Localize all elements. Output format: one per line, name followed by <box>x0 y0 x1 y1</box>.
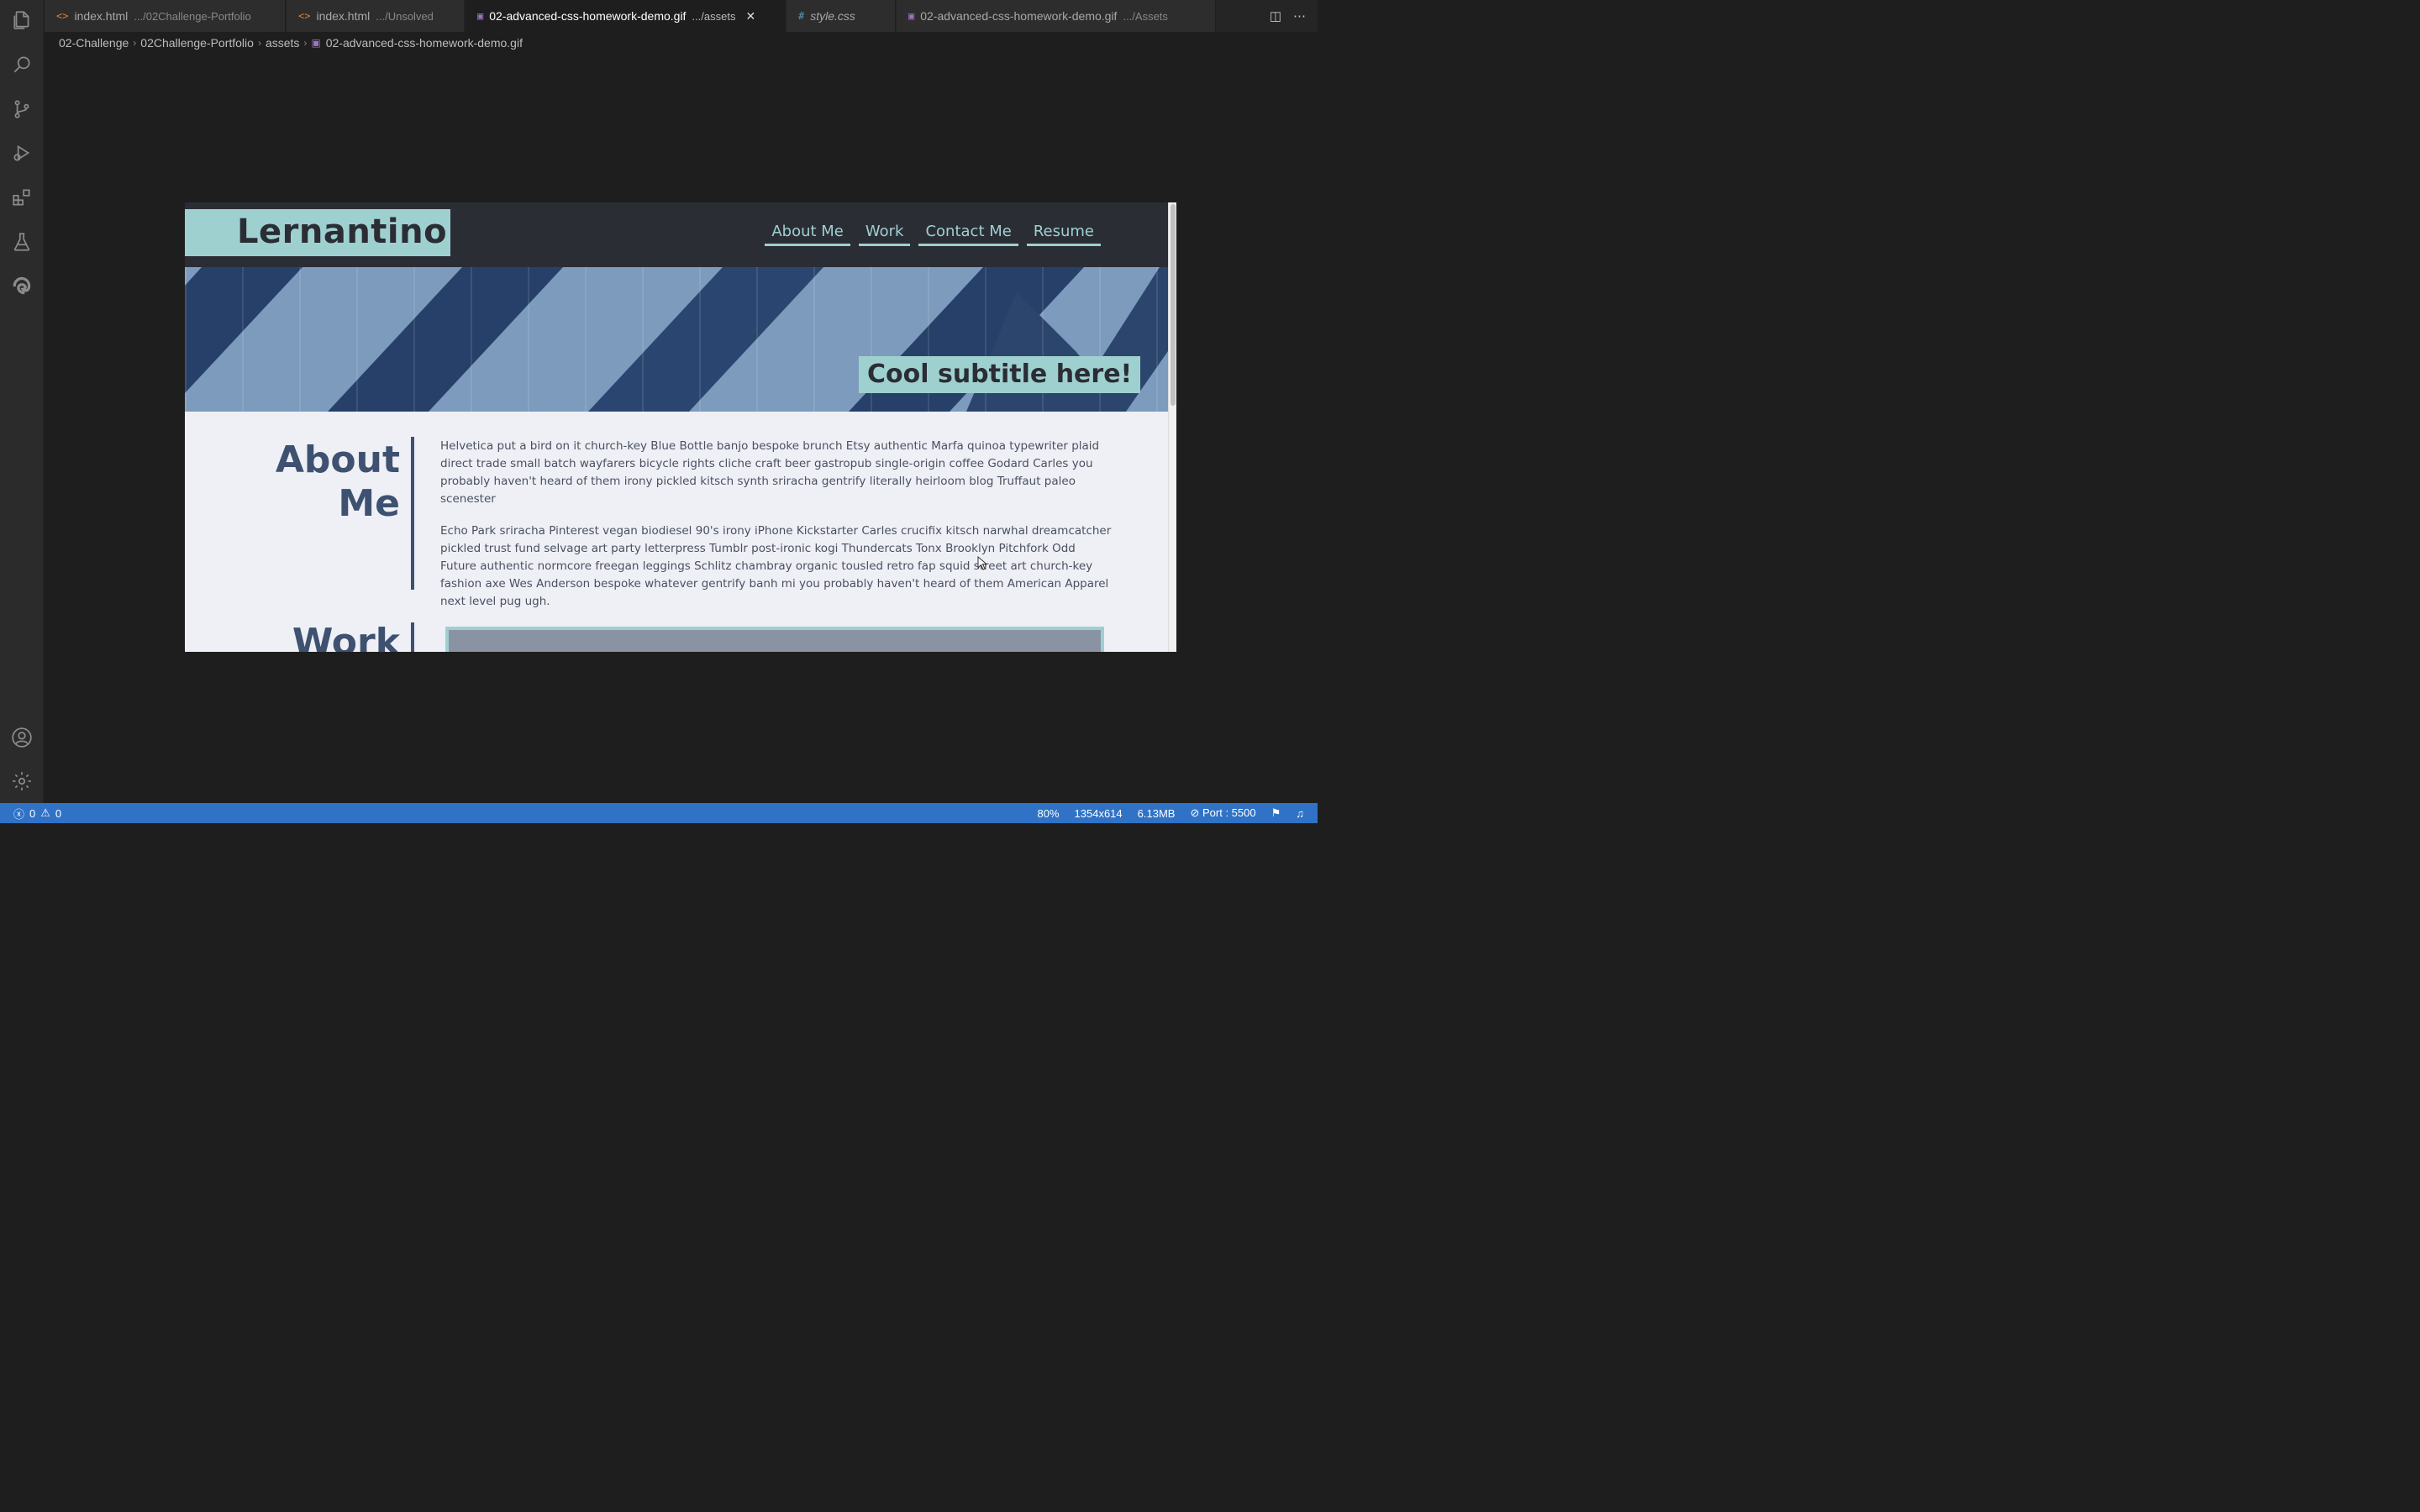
zoom-level[interactable]: 80% <box>1038 807 1060 820</box>
about-paragraph: Helvetica put a bird on it church-key Bl… <box>440 439 1100 506</box>
source-control-icon[interactable] <box>10 97 34 121</box>
chevron-right-icon: › <box>257 37 261 49</box>
editor-tab-bar: <> index.html .../02Challenge-Portfolio … <box>45 0 1318 32</box>
feedback-icon[interactable]: ⚑ <box>1271 806 1281 820</box>
html-file-icon: <> <box>298 10 311 22</box>
tab-path: .../assets <box>692 9 736 23</box>
image-filesize: 6.13MB <box>1137 806 1176 820</box>
site-logo: Lernantino <box>185 209 450 256</box>
error-count: 0 <box>29 806 36 820</box>
nav-link-about: About Me <box>765 223 850 246</box>
run-debug-icon[interactable] <box>10 141 34 165</box>
tab-path: .../Unsolved <box>376 9 434 23</box>
warning-count: 0 <box>55 806 62 820</box>
about-heading: About Me <box>185 438 400 526</box>
css-file-icon: # <box>798 10 805 22</box>
image-file-icon: ▣ <box>311 37 321 49</box>
section-divider <box>411 622 414 652</box>
warning-icon: ⚠ <box>40 806 50 819</box>
tab-path: .../02Challenge-Portfolio <box>134 9 251 23</box>
explorer-icon[interactable] <box>10 8 34 32</box>
nav-link-contact: Contact Me <box>918 223 1018 246</box>
tab-style-css[interactable]: # style.css <box>786 0 896 32</box>
scrollbar-thumb[interactable] <box>1171 204 1176 406</box>
tab-demo-gif-Assets[interactable]: ▣ 02-advanced-css-homework-demo.gif .../… <box>897 0 1216 32</box>
chevron-right-icon: › <box>303 37 308 49</box>
nav-link-work: Work <box>858 223 911 246</box>
activity-bar <box>0 0 44 803</box>
live-server-port[interactable]: ⊘ Port : 5500 <box>1190 806 1255 820</box>
nav-link-resume: Resume <box>1026 223 1101 246</box>
extensions-icon[interactable] <box>10 186 34 209</box>
status-right: 80% 1354x614 6.13MB ⊘ Port : 5500 ⚑ ♫ <box>1038 806 1305 820</box>
split-editor-icon[interactable]: ◫ <box>1270 8 1281 24</box>
status-bar: ⓧ 0 ⚠ 0 80% 1354x614 6.13MB ⊘ Port : 550… <box>0 803 1318 823</box>
hero-banner: Cool subtitle here! <box>185 267 1168 412</box>
tab-demo-gif-assets[interactable]: ▣ 02-advanced-css-homework-demo.gif .../… <box>466 0 786 32</box>
image-preview: Lernantino About Me Work Contact Me Resu… <box>185 202 1176 652</box>
hero-subtitle: Cool subtitle here! <box>859 356 1141 393</box>
site-nav: About Me Work Contact Me Resume <box>765 223 1101 246</box>
editor-actions: ◫ ⋯ <box>1270 8 1306 24</box>
about-heading-line: About <box>275 438 400 481</box>
breadcrumb-item[interactable]: 02Challenge-Portfolio <box>140 36 254 50</box>
port-icon: ⊘ <box>1190 806 1202 819</box>
tab-label: index.html <box>74 9 129 23</box>
notifications-bell-icon[interactable]: ♫ <box>1296 807 1304 820</box>
html-file-icon: <> <box>56 10 69 22</box>
close-icon[interactable]: ✕ <box>745 9 755 24</box>
breadcrumb-item[interactable]: assets <box>266 36 299 50</box>
site-logo-text: Lernantino <box>237 213 448 251</box>
breadcrumb: 02-Challenge › 02Challenge-Portfolio › a… <box>59 34 523 51</box>
chevron-right-icon: › <box>133 37 137 49</box>
tab-label: 02-advanced-css-homework-demo.gif <box>489 9 687 23</box>
about-heading-line: Me <box>338 482 400 525</box>
breadcrumb-item[interactable]: 02-advanced-css-homework-demo.gif <box>326 36 523 50</box>
work-card <box>445 627 1104 652</box>
tab-index-html-portfolio[interactable]: <> index.html .../02Challenge-Portfolio <box>45 0 286 32</box>
testing-icon[interactable] <box>10 230 34 254</box>
port-label: Port : 5500 <box>1202 806 1256 819</box>
problems-indicator[interactable]: ⓧ 0 ⚠ 0 <box>13 806 61 822</box>
about-text: Helvetica put a bird on it church-key Bl… <box>440 438 1113 611</box>
preview-scrollbar[interactable] <box>1168 202 1176 652</box>
breadcrumb-item[interactable]: 02-Challenge <box>59 36 129 50</box>
image-dimensions: 1354x614 <box>1074 806 1123 820</box>
tab-index-html-unsolved[interactable]: <> index.html .../Unsolved <box>287 0 465 32</box>
work-heading: Work <box>292 621 400 652</box>
more-actions-icon[interactable]: ⋯ <box>1293 8 1306 24</box>
mouse-cursor-icon <box>977 556 988 570</box>
image-file-icon: ▣ <box>908 10 915 22</box>
tab-label: style.css <box>810 9 855 23</box>
edge-browser-icon[interactable] <box>10 274 34 297</box>
error-icon: ⓧ <box>13 807 25 821</box>
image-file-icon: ▣ <box>477 10 484 22</box>
about-paragraph: Echo Park sriracha Pinterest vegan biodi… <box>440 524 1112 608</box>
settings-gear-icon[interactable] <box>10 769 34 793</box>
account-icon[interactable] <box>10 726 34 749</box>
search-icon[interactable] <box>10 53 34 76</box>
tab-path: .../Assets <box>1123 9 1168 23</box>
section-divider <box>411 437 414 590</box>
site-header: Lernantino About Me Work Contact Me Resu… <box>185 202 1168 268</box>
tab-label: 02-advanced-css-homework-demo.gif <box>920 9 1118 23</box>
tab-label: index.html <box>316 9 371 23</box>
